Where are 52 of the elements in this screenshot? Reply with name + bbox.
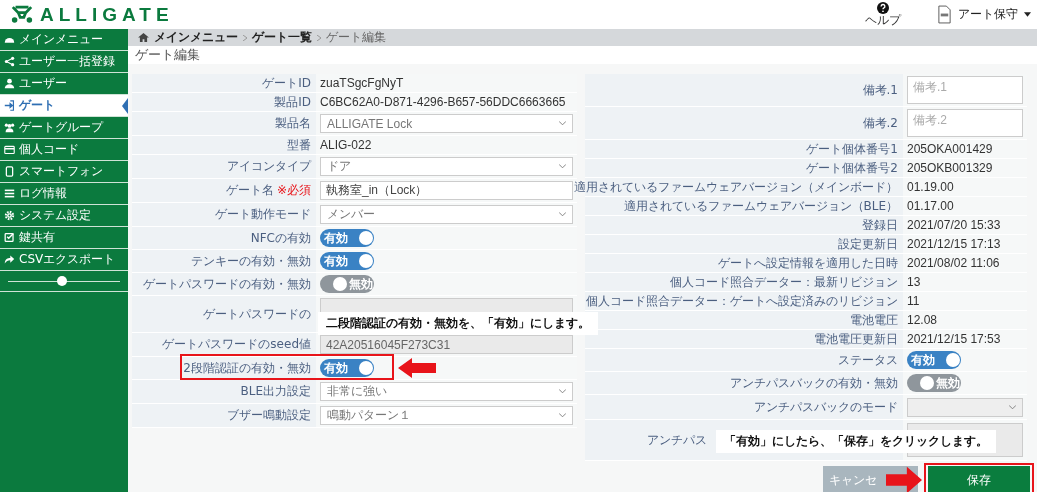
field-label: ゲートパスワードのseed値 xyxy=(162,336,311,353)
field-label: テンキーの有効・無効 xyxy=(191,252,311,270)
field-label: ゲート名 xyxy=(225,182,274,199)
field-value: zuaTSgcFgNyT xyxy=(320,76,404,90)
field-label: 個人コード照合データー：ゲートへ設定済みのリビジョン xyxy=(586,292,898,310)
field-label: 電池電圧 xyxy=(850,311,898,329)
field-label: 適用されているファームウェアバージョン（BLE） xyxy=(623,197,898,215)
field-label: アンチパスバックのモード xyxy=(754,398,898,416)
field-label: 適用されているファームウェアバージョン（メインボード） xyxy=(574,178,898,196)
field-label: 備考.2 xyxy=(862,114,898,132)
field-value: C6BC62A0-D871-4296-B657-56DDC6663665 xyxy=(320,95,566,109)
field-label: アンチパス xyxy=(647,431,707,449)
field-value: 2021/12/15 17:13 xyxy=(907,237,1001,251)
field-value: ALIG-022 xyxy=(320,138,372,152)
field-label: 個人コード照合データー：最新リビジョン xyxy=(670,273,898,291)
field-label: 2段階認証の有効・無効 xyxy=(183,359,311,377)
field-value: 12.08 xyxy=(907,313,938,327)
field-value: 13 xyxy=(907,275,921,289)
field-label: 備考.1 xyxy=(862,81,898,99)
field-value: 205OKB001329 xyxy=(907,161,993,175)
field-label: ゲートID xyxy=(262,74,311,92)
page-title: ゲート編集 xyxy=(135,46,200,64)
field-label: BLE出力設定 xyxy=(240,383,311,400)
field-value: 2021/07/20 15:33 xyxy=(907,218,1001,232)
field-label: 製品ID xyxy=(274,93,311,111)
annotation-tooltip: 二段階認証の有効・無効を、「有効」にします。 xyxy=(318,312,598,335)
field-value: 2021/08/02 11:06 xyxy=(907,256,1000,270)
field-value: 01.17.00 xyxy=(907,199,954,213)
annotation-tooltip: 「有効」にしたら、「保存」をクリックします。 xyxy=(716,430,996,453)
field-label: NFCの有効 xyxy=(250,229,311,247)
help-label: ヘルプ xyxy=(865,14,901,27)
field-label: ゲートパスワードの有効・無効 xyxy=(143,275,311,293)
field-label: ゲートパスワードの xyxy=(203,305,311,323)
field-label: ゲート個体番号1 xyxy=(806,140,898,158)
field-value: 205OKA001429 xyxy=(907,142,993,156)
required-mark: ※必須 xyxy=(276,182,311,199)
field-label: ゲートへ設定情報を適用した日時 xyxy=(718,254,898,272)
field-label: 電池電圧更新日 xyxy=(814,330,898,348)
field-label: 型番 xyxy=(287,136,311,154)
field-value: 01.19.00 xyxy=(907,180,954,194)
field-value: 11 xyxy=(907,294,920,308)
field-label: ゲート個体番号2 xyxy=(806,159,898,177)
field-label: ゲート動作モード xyxy=(215,206,311,223)
field-value: 2021/12/15 17:53 xyxy=(907,332,1001,346)
logo-text: ALLIGATE xyxy=(40,3,174,26)
field-label: ブザー鳴動設定 xyxy=(227,407,311,424)
field-label: 登録日 xyxy=(862,216,898,234)
field-label: アイコンタイプ xyxy=(227,158,311,175)
field-label: アンチパスバックの有効・無効 xyxy=(730,374,898,392)
field-label: ステータス xyxy=(838,351,898,369)
field-label: 製品名 xyxy=(275,115,311,132)
field-label: 設定更新日 xyxy=(838,235,898,253)
